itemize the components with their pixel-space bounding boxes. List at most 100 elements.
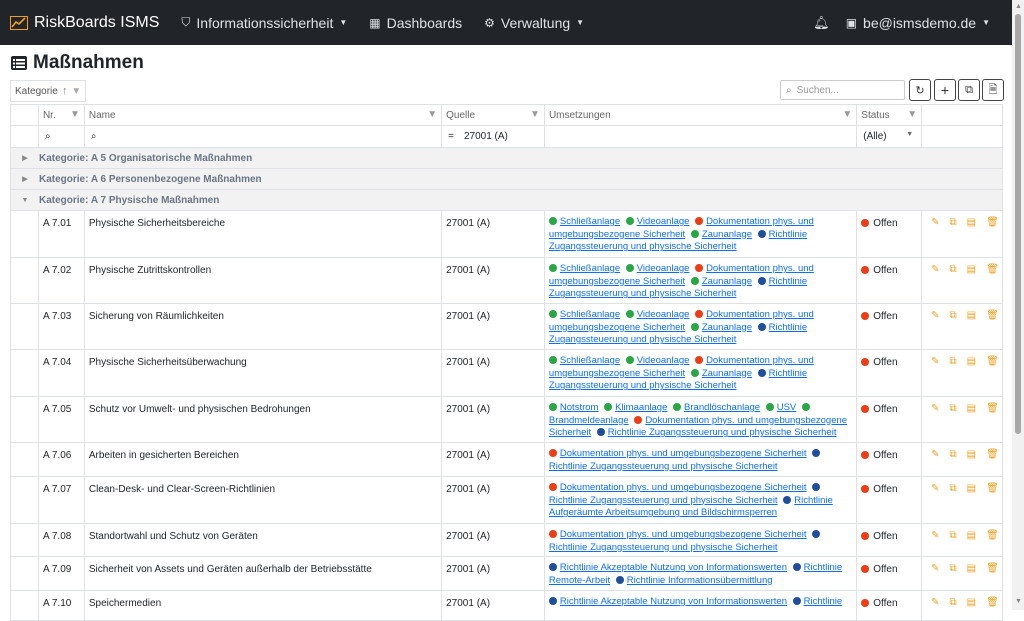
filter-umsetzungen[interactable] (545, 126, 858, 147)
implementation-link[interactable]: Videoanlage (637, 355, 690, 366)
bell-icon[interactable]: 🔔︎ (813, 15, 830, 31)
copy-icon[interactable]: ⧉ (950, 264, 957, 303)
scrollbar-thumb[interactable] (1015, 14, 1021, 434)
delete-icon[interactable]: 🗑︎ (986, 597, 999, 620)
copy-icon[interactable]: ⧉ (950, 449, 957, 476)
implementation-link[interactable]: Zaunanlage (702, 276, 752, 287)
implementation-link[interactable]: Notstrom (560, 402, 599, 413)
brand[interactable]: RiskBoards ISMS (10, 14, 159, 32)
table-row[interactable]: A 7.04 Physische Sicherheitsüberwachung 27… (11, 350, 1002, 397)
edit-icon[interactable]: ✎ (931, 563, 939, 590)
copy-icon[interactable]: ⧉ (950, 217, 957, 257)
details-icon[interactable]: ▤ (967, 264, 976, 303)
filter-icon[interactable]: ▼ (427, 109, 437, 120)
table-row[interactable]: A 7.06 Arbeiten in gesicherten Bereichen 2… (11, 443, 1002, 477)
filter-name[interactable]: ⌕ (85, 126, 443, 147)
user-menu[interactable]: ▣ be@ismsdemo.de ▼ (846, 15, 990, 31)
implementation-link[interactable]: Zaunanlage (702, 322, 752, 333)
implementation-link[interactable]: Videoanlage (637, 309, 690, 320)
details-icon[interactable]: ▤ (967, 310, 976, 349)
edit-icon[interactable]: ✎ (931, 483, 939, 523)
edit-icon[interactable]: ✎ (931, 403, 939, 442)
copy-button[interactable]: ⧉ (958, 79, 980, 101)
edit-icon[interactable]: ✎ (931, 264, 939, 303)
implementation-link[interactable]: Dokumentation phys. und umgebungsbezogen… (560, 529, 807, 540)
table-row[interactable]: A 7.09 Sicherheit von Assets und Geräten … (11, 557, 1002, 591)
scroll-up-icon[interactable]: ▲ (1015, 3, 1022, 10)
implementation-link[interactable]: Dokumentation phys. und umgebungsbezogen… (560, 482, 807, 493)
table-row[interactable]: A 7.02 Physische Zutrittskontrollen 27001 … (11, 258, 1002, 304)
implementation-link[interactable]: Videoanlage (637, 263, 690, 274)
implementation-link[interactable]: Schließanlage (560, 355, 620, 366)
implementation-link[interactable]: Klimaanlage (615, 402, 667, 413)
implementation-link[interactable]: Brandmeldeanlage (549, 415, 629, 426)
edit-icon[interactable]: ✎ (931, 356, 939, 396)
nav-verwaltung[interactable]: ⚙ Verwaltung ▼ (484, 15, 584, 31)
delete-icon[interactable]: 🗑︎ (986, 449, 999, 476)
implementation-link[interactable]: Richtlinie Zugangssteuerung und physisch… (549, 542, 778, 553)
delete-icon[interactable]: 🗑︎ (986, 530, 999, 556)
edit-icon[interactable]: ✎ (931, 530, 939, 556)
implementation-link[interactable]: Schließanlage (560, 309, 620, 320)
copy-icon[interactable]: ⧉ (950, 483, 957, 523)
implementation-link[interactable]: Zaunanlage (702, 229, 752, 240)
refresh-button[interactable]: ↻ (909, 79, 931, 101)
scrollbar[interactable]: ▲ ▼ (1012, 0, 1024, 610)
delete-icon[interactable]: 🗑︎ (986, 217, 999, 257)
filter-icon[interactable]: ▼ (530, 109, 540, 120)
details-icon[interactable]: ▤ (967, 403, 976, 442)
copy-icon[interactable]: ⧉ (950, 310, 957, 349)
filter-icon[interactable]: ▼ (71, 86, 81, 97)
header-name[interactable]: Name ▼ (85, 105, 443, 125)
implementation-link[interactable]: USV (777, 402, 797, 413)
implementation-link[interactable]: Zaunanlage (702, 368, 752, 379)
group-row[interactable]: ▼ Kategorie: A 7 Physische Maßnahmen (11, 190, 1002, 211)
table-row[interactable]: A 7.08 Standortwahl und Schutz von Geräte… (11, 524, 1002, 557)
filter-icon[interactable]: ▼ (842, 109, 852, 120)
implementation-link[interactable]: Richtlinie (804, 596, 843, 607)
filter-nr[interactable]: ⌕ (39, 126, 85, 147)
delete-icon[interactable]: 🗑︎ (986, 403, 999, 442)
delete-icon[interactable]: 🗑︎ (986, 563, 999, 590)
header-umsetzungen[interactable]: Umsetzungen ▼ (545, 105, 858, 125)
add-button[interactable]: + (934, 79, 956, 101)
filter-icon[interactable]: ▼ (70, 109, 80, 120)
table-row[interactable]: A 7.01 Physische Sicherheitsbereiche 27001… (11, 211, 1002, 258)
delete-icon[interactable]: 🗑︎ (986, 356, 999, 396)
edit-icon[interactable]: ✎ (931, 217, 939, 257)
implementation-link[interactable]: Richtlinie Akzeptable Nutzung von Inform… (560, 562, 787, 573)
implementation-link[interactable]: Richtlinie Zugangssteuerung und physisch… (608, 427, 837, 438)
expand-icon[interactable]: ▶ (11, 154, 39, 162)
implementation-link[interactable]: Richtlinie Informationsübermittlung (627, 575, 773, 586)
collapse-icon[interactable]: ▼ (11, 197, 39, 204)
table-row[interactable]: A 7.05 Schutz vor Umwelt- und physischen … (11, 397, 1002, 443)
sort-arrow-icon[interactable]: ↑ (62, 85, 68, 97)
implementation-link[interactable]: Richtlinie Akzeptable Nutzung von Inform… (560, 596, 787, 607)
edit-icon[interactable]: ✎ (931, 597, 939, 620)
table-row[interactable]: A 7.07 Clean-Desk- und Clear-Screen-Richt… (11, 477, 1002, 524)
details-icon[interactable]: ▤ (967, 356, 976, 396)
implementation-link[interactable]: Videoanlage (637, 216, 690, 227)
details-icon[interactable]: ▤ (967, 563, 976, 590)
filter-quelle[interactable]: = 27001 (A) (442, 126, 545, 147)
nav-dashboards[interactable]: ▦ Dashboards (369, 15, 462, 31)
details-icon[interactable]: ▤ (967, 483, 976, 523)
header-quelle[interactable]: Quelle ▼ (442, 105, 545, 125)
scroll-down-icon[interactable]: ▼ (1015, 598, 1022, 605)
filter-status[interactable]: (Alle) ▼ (857, 126, 923, 147)
details-icon[interactable]: ▤ (967, 217, 976, 257)
group-row[interactable]: ▶ Kategorie: A 6 Personenbezogene Maßnahm… (11, 169, 1002, 190)
delete-icon[interactable]: 🗑︎ (986, 483, 999, 523)
delete-icon[interactable]: 🗑︎ (986, 310, 999, 349)
group-row[interactable]: ▶ Kategorie: A 5 Organisatorische Maßnahm… (11, 148, 1002, 169)
export-button[interactable]: 🗎︎ (982, 79, 1004, 101)
edit-icon[interactable]: ✎ (931, 310, 939, 349)
nav-informationssicherheit[interactable]: ⛉ Informationssicherheit ▼ (181, 15, 347, 31)
implementation-link[interactable]: Richtlinie Zugangssteuerung und physisch… (549, 461, 778, 472)
copy-icon[interactable]: ⧉ (950, 403, 957, 442)
details-icon[interactable]: ▤ (967, 530, 976, 556)
details-icon[interactable]: ▤ (967, 449, 976, 476)
table-row[interactable]: A 7.10 Speichermedien 27001 (A) Richtlinie … (11, 591, 1002, 621)
search-input[interactable]: ⌕ Suchen... (780, 80, 905, 100)
copy-icon[interactable]: ⧉ (950, 597, 957, 620)
